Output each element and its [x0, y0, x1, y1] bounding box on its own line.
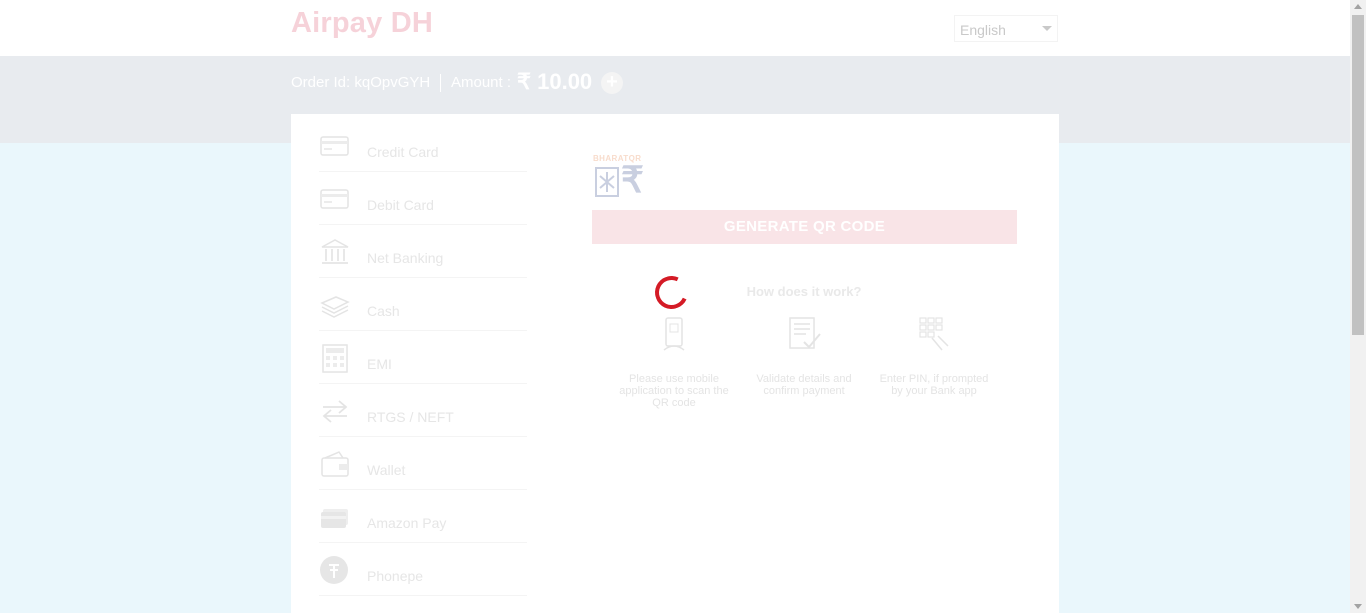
scroll-down-icon[interactable] [1354, 604, 1362, 609]
bank-icon [321, 239, 349, 264]
rupee-symbol: ₹ [621, 159, 644, 200]
step-scan: Please use mobile application to scan th… [614, 314, 734, 409]
method-rtgs-neft[interactable]: RTGS / NEFT [319, 385, 527, 437]
scrollbar-thumb[interactable] [1352, 15, 1364, 335]
method-label: Amazon Pay [367, 515, 447, 531]
method-label: Cash [367, 303, 400, 319]
step-text: Enter PIN, if prompted by your Bank app [879, 373, 989, 397]
merchant-name: Airpay DH [291, 7, 433, 39]
method-emi[interactable]: EMI [319, 332, 527, 384]
page-scrollbar[interactable] [1350, 0, 1366, 613]
order-id: Order Id: kqOpvGYH [291, 74, 431, 91]
amazon-pay-icon [321, 509, 348, 528]
method-label: EMI [367, 356, 392, 372]
step-validate: Validate details and confirm payment [744, 314, 864, 397]
method-credit-card[interactable]: Credit Card [319, 120, 527, 172]
top-bar: Airpay DH English [0, 0, 1350, 56]
language-selected: English [960, 22, 1006, 38]
phonepe-icon [320, 556, 348, 584]
method-cash[interactable]: Cash [319, 279, 527, 331]
credit-card-icon [320, 136, 349, 156]
method-amazon-pay[interactable]: Amazon Pay [319, 491, 527, 543]
wallet-icon [321, 451, 349, 477]
method-net-banking[interactable]: Net Banking [319, 226, 527, 278]
payment-panel: Credit Card Debit Card Net Banking Cash … [291, 114, 1059, 613]
document-check-icon [789, 317, 821, 349]
method-wallet[interactable]: Wallet [319, 438, 527, 490]
amount-value: ₹ 10.00 [517, 69, 593, 94]
how-it-works-title: How does it work? [746, 284, 862, 299]
step-text: Please use mobile application to scan th… [619, 373, 729, 409]
step-text: Validate details and confirm payment [756, 373, 852, 397]
method-label: Net Banking [367, 250, 444, 266]
method-label: Phonepe [367, 568, 424, 584]
cash-icon [320, 296, 350, 318]
generate-qr-code-button[interactable]: GENERATE QR CODE [592, 210, 1017, 244]
step-enter-pin: Enter PIN, if prompted by your Bank app [874, 314, 994, 397]
method-label: Credit Card [367, 144, 439, 160]
transfer-icon [322, 400, 348, 423]
scroll-up-icon[interactable] [1354, 4, 1362, 9]
amount-label: Amount : [451, 74, 512, 91]
chevron-down-icon [1042, 26, 1052, 31]
order-details-toggle-button[interactable]: + [601, 72, 623, 94]
loading-spinner-icon [650, 271, 693, 314]
order-divider [440, 74, 441, 92]
debit-card-icon [320, 189, 349, 209]
qr-code-icon [595, 167, 619, 197]
language-select[interactable]: English [954, 15, 1058, 42]
method-label: Wallet [367, 462, 406, 478]
calculator-icon [322, 344, 348, 373]
method-phonepe[interactable]: Phonepe [319, 544, 527, 596]
method-label: RTGS / NEFT [367, 409, 454, 425]
keypad-icon [919, 317, 949, 351]
method-label: Debit Card [367, 197, 434, 213]
method-debit-card[interactable]: Debit Card [319, 173, 527, 225]
mobile-scan-icon [663, 317, 685, 351]
